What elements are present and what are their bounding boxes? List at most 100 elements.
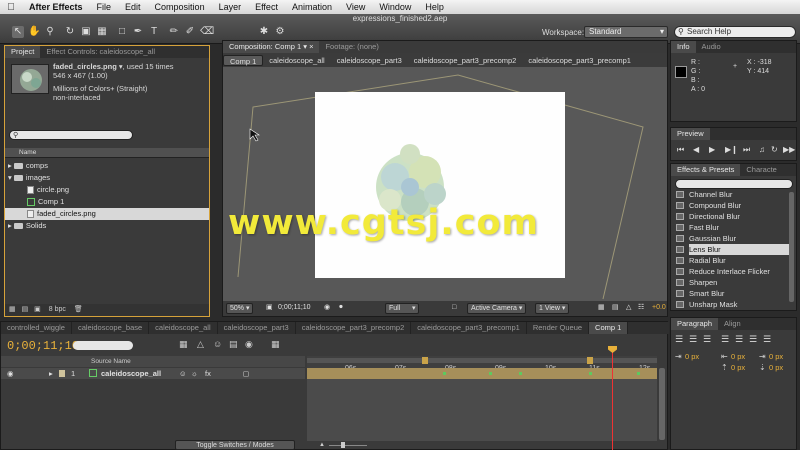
timecode-display[interactable]: 0;00;11;10 — [275, 303, 314, 314]
keyframe-marker[interactable] — [637, 372, 640, 375]
dropdown-arrow-icon[interactable]: ▾ — [303, 42, 307, 51]
views-dropdown[interactable]: 1 View ▾ — [535, 303, 570, 314]
shy-switch-icon[interactable]: ☺ — [179, 368, 187, 379]
camera-tool-icon[interactable]: ▣ — [80, 26, 92, 38]
play-icon[interactable]: ▶ — [709, 145, 715, 154]
indent-left-value[interactable]: 0 px — [685, 352, 699, 361]
work-area-end-handle[interactable] — [587, 357, 593, 364]
camera-dropdown[interactable]: Active Camera ▾ — [467, 303, 527, 314]
first-frame-icon[interactable]: ⏮ — [677, 145, 684, 155]
justify-right-icon[interactable]: ☰ — [749, 334, 757, 345]
color-channel-icon[interactable]: ⚫ — [335, 303, 347, 314]
current-time-indicator-head[interactable] — [608, 346, 617, 353]
workspace-dropdown[interactable]: Standard ▾ — [584, 26, 668, 38]
effect-item[interactable]: Directional Blur — [676, 211, 793, 222]
effect-item[interactable]: Reduce Interlace Flicker — [676, 266, 793, 277]
menu-effect[interactable]: Effect — [248, 2, 285, 12]
tab-align[interactable]: Align — [718, 318, 747, 330]
collapse-arrow-icon[interactable]: ▾ — [8, 173, 12, 182]
tab-render-queue[interactable]: Render Queue — [527, 322, 590, 334]
menu-composition[interactable]: Composition — [148, 2, 212, 12]
frame-blending-icon[interactable]: ▤ — [229, 339, 238, 350]
hand-tool-icon[interactable]: ✋ — [28, 26, 40, 38]
flowchart-icon[interactable]: ☷ — [635, 303, 647, 314]
clone-tool-icon[interactable]: ✐ — [184, 26, 196, 38]
tab-footage[interactable]: Footage: (none) — [319, 41, 384, 53]
list-item[interactable]: Comp 1 — [5, 196, 209, 208]
justify-all-icon[interactable]: ☰ — [763, 334, 771, 345]
timeline-zoom-slider[interactable]: ▲ — [319, 442, 379, 448]
zoom-out-icon[interactable]: ▲ — [319, 442, 325, 448]
menu-animation[interactable]: Animation — [285, 2, 339, 12]
menu-window[interactable]: Window — [372, 2, 418, 12]
draft-3d-icon[interactable]: △ — [623, 303, 634, 314]
comp-mini-flowchart-icon[interactable]: ▦ — [179, 339, 188, 350]
timeline-search-input[interactable] — [73, 341, 133, 350]
hide-shy-layers-icon[interactable]: ☺ — [213, 339, 222, 349]
layer-duration-bar[interactable] — [307, 368, 657, 379]
previous-frame-icon[interactable]: ◀ — [693, 145, 699, 154]
tab-caleidoscope-part3-precomp1[interactable]: caleidoscope_part3_precomp1 — [411, 322, 527, 334]
expand-arrow-icon[interactable]: ▸ — [49, 368, 53, 379]
exposure-value[interactable]: +0.0 — [649, 303, 669, 314]
effect-item[interactable]: Compound Blur — [676, 200, 793, 211]
work-area-bar[interactable] — [307, 358, 657, 363]
list-item[interactable]: ▸ comps — [5, 160, 209, 172]
keyframe-marker[interactable] — [519, 372, 522, 375]
fx-switch-icon[interactable]: fx — [205, 368, 211, 379]
keyframe-marker[interactable] — [489, 372, 492, 375]
menu-edit[interactable]: Edit — [118, 2, 148, 12]
list-item[interactable]: ▾ images — [5, 172, 209, 184]
effect-item[interactable]: Smart Blur — [676, 288, 793, 299]
zoom-slider-thumb[interactable] — [341, 442, 345, 448]
brush-tool-icon[interactable]: ✏ — [168, 26, 180, 38]
expand-arrow-icon[interactable]: ▸ — [8, 161, 12, 170]
close-icon[interactable]: × — [309, 42, 313, 51]
tab-comp-1[interactable]: Comp 1 — [589, 322, 629, 334]
space-after-value[interactable]: 0 px — [769, 363, 783, 372]
eye-icon[interactable]: ◉ — [7, 368, 14, 379]
crumb-caleidoscope-all[interactable]: caleidoscope_all — [263, 55, 330, 66]
menu-view[interactable]: View — [339, 2, 372, 12]
align-center-icon[interactable]: ☰ — [689, 334, 697, 345]
project-search-input[interactable]: ⚲ — [9, 130, 133, 140]
justify-left-icon[interactable]: ☰ — [721, 334, 729, 345]
toggle-switches-modes-button[interactable]: Toggle Switches / Modes — [175, 440, 295, 450]
camera-snapshot-icon[interactable]: ◉ — [321, 303, 333, 314]
3d-layer-switch-icon[interactable]: ◻ — [243, 368, 249, 379]
space-before-value[interactable]: 0 px — [731, 363, 745, 372]
source-name-header[interactable]: Source Name — [1, 356, 305, 367]
rotate-tool-icon[interactable]: ↻ — [64, 26, 76, 38]
indent-right-value[interactable]: 0 px — [731, 352, 745, 361]
tab-caleidoscope-part3[interactable]: caleidoscope_part3 — [218, 322, 296, 334]
new-comp-icon[interactable]: ▣ — [34, 306, 41, 313]
tab-preview[interactable]: Preview — [671, 128, 710, 140]
last-frame-icon[interactable]: ⏭ — [743, 145, 750, 155]
bpc-button[interactable]: 8 bpc — [49, 306, 66, 313]
tab-effects-presets[interactable]: Effects & Presets — [671, 164, 741, 176]
puppet-tool-icon[interactable]: ✱ — [258, 26, 270, 38]
draft-3d-icon[interactable]: △ — [197, 339, 204, 350]
crumb-comp-1[interactable]: Comp 1 — [223, 54, 264, 66]
align-left-icon[interactable]: ☰ — [675, 334, 683, 345]
keyframe-marker[interactable] — [589, 372, 592, 375]
ram-preview-icon[interactable]: ▶▶ — [783, 145, 795, 154]
tab-caleidoscope-all[interactable]: caleidoscope_all — [149, 322, 218, 334]
apple-icon[interactable]:  — [0, 2, 22, 13]
motion-blur-icon[interactable]: ◉ — [245, 339, 253, 350]
timeline-scrollbar[interactable] — [659, 368, 665, 440]
composition-canvas[interactable] — [315, 92, 565, 278]
justify-center-icon[interactable]: ☰ — [735, 334, 743, 345]
tab-effect-controls[interactable]: Effect Controls: caleidoscope_all — [40, 46, 161, 58]
tab-project[interactable]: Project — [5, 46, 41, 58]
transparency-grid-icon[interactable]: ▤ — [609, 303, 622, 314]
list-item[interactable]: faded_circles.png — [5, 208, 209, 220]
current-time-indicator[interactable] — [612, 346, 613, 450]
axis-icon[interactable]: ⚙ — [274, 26, 286, 38]
tab-composition[interactable]: Composition: Comp 1 ▾ × — [223, 41, 320, 53]
safe-margins-icon[interactable]: ▣ — [263, 303, 276, 314]
layer-name[interactable]: caleidoscope_all — [101, 368, 161, 379]
crumb-caleidoscope-part3[interactable]: caleidoscope_part3 — [331, 55, 408, 66]
menu-layer[interactable]: Layer — [212, 2, 249, 12]
next-frame-icon[interactable]: ▶❙ — [725, 145, 738, 154]
